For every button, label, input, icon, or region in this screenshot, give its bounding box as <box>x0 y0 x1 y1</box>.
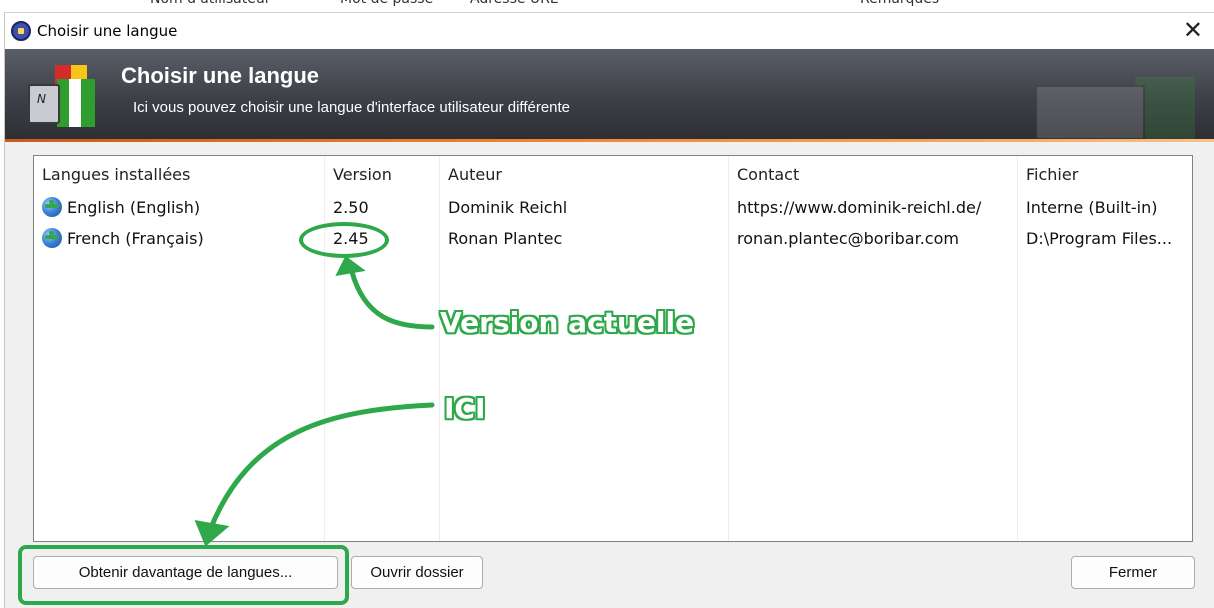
language-contact: ronan.plantec@boribar.com <box>737 229 959 248</box>
banner-accent-line <box>5 139 1214 142</box>
globe-icon <box>42 197 62 217</box>
column-header-contact[interactable]: Contact <box>737 165 799 184</box>
globe-icon <box>42 228 62 248</box>
title-bar: Choisir une langue ✕ <box>5 12 1214 49</box>
language-author: Dominik Reichl <box>448 198 568 217</box>
language-contact: https://www.dominik-reichl.de/ <box>737 198 982 217</box>
open-folder-button[interactable]: Ouvrir dossier <box>351 556 483 589</box>
column-header-languages[interactable]: Langues installées <box>42 165 190 184</box>
window-title: Choisir une langue <box>37 22 178 40</box>
language-file: Interne (Built-in) <box>1026 198 1158 217</box>
column-header-version[interactable]: Version <box>333 165 392 184</box>
banner-watermark-icon <box>1015 77 1195 142</box>
language-author: Ronan Plantec <box>448 229 563 248</box>
language-name: English (English) <box>67 198 201 217</box>
close-icon[interactable]: ✕ <box>1183 16 1203 44</box>
banner-subtitle: Ici vous pouvez choisir une langue d'int… <box>133 99 571 116</box>
language-name: French (Français) <box>67 229 204 248</box>
keepass-lock-icon <box>11 21 31 41</box>
close-button[interactable]: Fermer <box>1071 556 1195 589</box>
column-header-file[interactable]: Fichier <box>1026 165 1078 184</box>
annotation-here-label: ICI <box>444 392 486 425</box>
header-banner: N Choisir une langue Ici vous pouvez cho… <box>5 49 1214 142</box>
version-highlight-ellipse <box>299 222 389 258</box>
language-flag-icon: N <box>28 65 95 127</box>
annotation-version-label: Version actuelle <box>440 306 695 339</box>
languages-list[interactable]: Langues installées Version Auteur Contac… <box>33 155 1193 542</box>
banner-title: Choisir une langue <box>121 63 320 88</box>
language-version: 2.50 <box>333 198 369 217</box>
get-more-highlight-rect <box>18 545 349 605</box>
language-file: D:\Program Files... <box>1026 229 1173 248</box>
svg-text:N: N <box>37 92 46 106</box>
column-header-author[interactable]: Auteur <box>448 165 502 184</box>
